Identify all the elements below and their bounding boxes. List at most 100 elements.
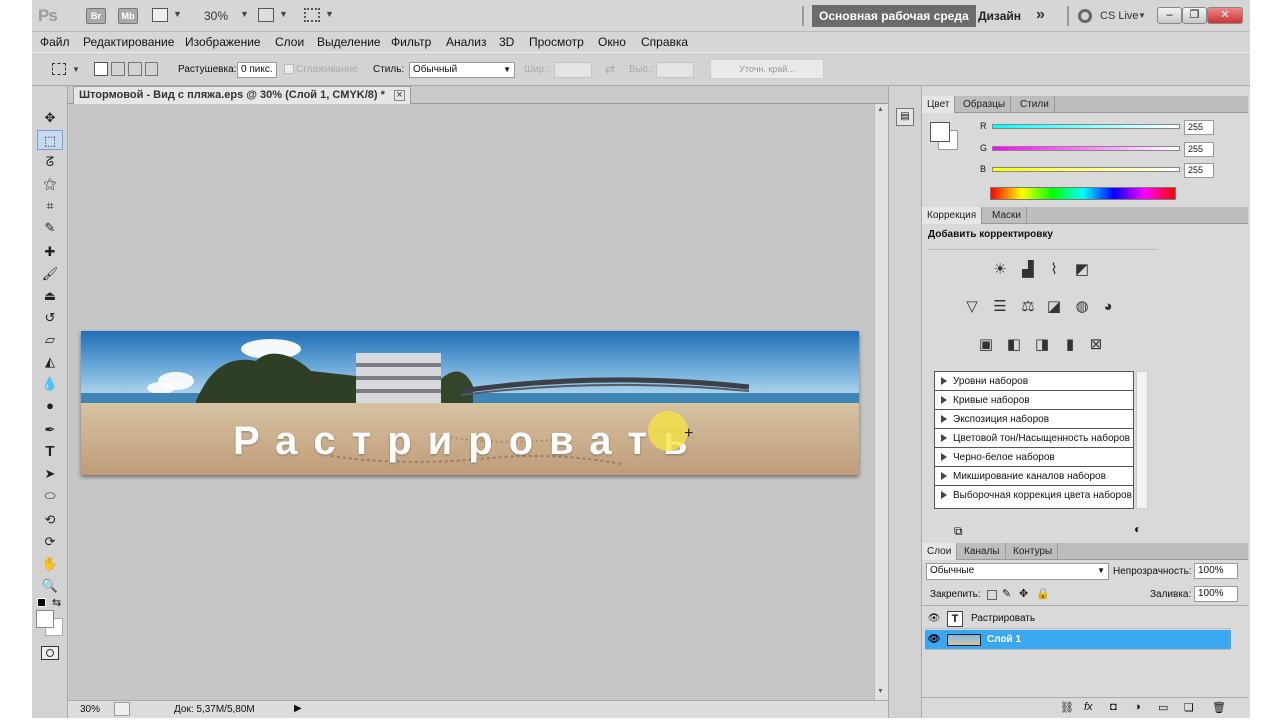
black-white-icon[interactable]: ◪ [1044,297,1064,317]
chevron-down-icon[interactable]: ▼ [279,9,288,19]
status-info-icon[interactable] [114,702,130,716]
layer-row-text[interactable]: 👁 T Растрировать [925,609,1231,629]
tab-masks[interactable]: Маски [987,207,1027,224]
default-colors-icon[interactable] [37,598,46,607]
marquee-tool-icon[interactable]: ⬚ [37,130,63,150]
opacity-input[interactable]: 100% [1194,563,1238,579]
menu-analysis[interactable]: Анализ [446,35,487,49]
tab-channels[interactable]: Каналы [959,543,1006,560]
3d-orbit-tool-icon[interactable]: ⟳ [37,532,63,552]
width-input[interactable] [554,62,592,78]
chevron-down-icon[interactable]: ▼ [325,9,334,19]
eye-icon[interactable]: 👁 [927,633,941,647]
invert-icon[interactable]: ▣ [976,335,996,355]
eraser-tool-icon[interactable]: ▱ [37,330,63,350]
r-slider[interactable] [992,124,1180,129]
presets-scrollbar[interactable] [1136,371,1148,509]
status-menu-arrow-icon[interactable]: ▶ [294,703,302,714]
3d-rotate-tool-icon[interactable]: ⟲ [37,510,63,530]
list-item[interactable]: Микширование каналов наборов [935,467,1133,486]
tab-paths[interactable]: Контуры [1008,543,1059,560]
chevron-down-icon[interactable]: ▼ [72,65,80,74]
b-value[interactable]: 255 [1184,163,1214,178]
history-brush-tool-icon[interactable]: ↺ [37,308,63,328]
zoom-tool-icon[interactable]: 🔍 [37,576,63,596]
minibridge-button[interactable]: Mb [118,8,138,24]
fill-input[interactable]: 100% [1194,586,1238,602]
gradient-map-icon[interactable]: ▮ [1060,335,1080,355]
color-foreground-swatch[interactable] [930,122,950,142]
list-item[interactable]: Экспозиция наборов [935,410,1133,429]
workspace-essentials-button[interactable]: Основная рабочая среда [812,5,976,27]
vibrance-icon[interactable]: ▽ [962,297,982,317]
ellipse-tool-icon[interactable]: ⬭ [37,486,63,506]
blur-tool-icon[interactable]: 💧 [37,374,63,394]
return-to-list-icon[interactable]: ⧉ [954,524,963,539]
refine-edge-button[interactable]: Уточн. край... [710,59,824,79]
swap-colors-icon[interactable]: ⇆ [52,596,61,609]
tab-swatches[interactable]: Образцы [958,96,1012,113]
clip-to-layer-icon[interactable]: ◐ [1134,522,1141,536]
b-slider[interactable] [992,167,1180,172]
hue-saturation-icon[interactable]: ☰ [990,297,1010,317]
arrange-documents-icon[interactable] [258,8,274,22]
scroll-up-icon[interactable]: ▲ [877,106,884,113]
tab-layers[interactable]: Слои [922,543,958,560]
cslive-icon[interactable] [1078,9,1092,23]
channel-mixer-icon[interactable]: ◕ [1098,297,1118,317]
menu-3d[interactable]: 3D [499,35,514,49]
threshold-icon[interactable]: ◨ [1032,335,1052,355]
photo-filter-icon[interactable]: ◍ [1072,297,1092,317]
quick-mask-icon[interactable] [41,646,59,660]
close-tab-icon[interactable]: × [393,90,405,101]
link-layers-icon[interactable]: ⛓ [1060,701,1074,714]
dodge-tool-icon[interactable]: ● [37,396,63,416]
layer-row-selected[interactable]: 👁 Слой 1 [925,630,1231,650]
menu-help[interactable]: Справка [641,35,688,49]
maximize-button[interactable]: ❐ [1182,7,1207,24]
path-selection-tool-icon[interactable]: ➤ [37,464,63,484]
g-value[interactable]: 255 [1184,142,1214,157]
bridge-button[interactable]: Br [86,8,106,24]
add-selection-icon[interactable] [111,62,125,76]
hand-tool-icon[interactable]: ✋ [37,554,63,574]
list-item[interactable]: Уровни наборов [935,372,1133,391]
tab-adjustments[interactable]: Коррекция [922,207,983,224]
layer-mask-icon[interactable]: ◘ [1110,701,1117,713]
workspace-design-button[interactable]: Дизайн [978,9,1021,23]
list-item[interactable]: Выборочная коррекция цвета наборов [935,486,1133,505]
eyedropper-tool-icon[interactable]: ✎ [37,218,63,238]
feather-input[interactable]: 0 пикс. [237,62,277,78]
lasso-tool-icon[interactable]: ᘔ [37,152,63,172]
paint-bucket-tool-icon[interactable]: ◭ [37,352,63,372]
menu-edit[interactable]: Редактирование [83,35,174,49]
menu-select[interactable]: Выделение [317,35,381,49]
cslive-button[interactable]: CS Live [1100,10,1139,22]
screen-mode-icon[interactable] [304,8,320,22]
chevron-down-icon[interactable]: ▼ [173,9,182,19]
marquee-preset-icon[interactable] [52,63,66,75]
g-slider[interactable] [992,146,1180,151]
zoom-level[interactable]: 30% [204,9,228,23]
delete-layer-icon[interactable]: 🗑 [1212,701,1226,714]
layer-style-icon[interactable]: fx [1084,701,1093,713]
document-tab[interactable]: Штормовой - Вид с пляжа.eps @ 30% (Слой … [73,86,411,104]
menu-filter[interactable]: Фильтр [391,35,431,49]
blend-mode-select[interactable]: Обычные ▼ [926,563,1109,580]
menu-image[interactable]: Изображение [185,35,261,49]
menu-window[interactable]: Окно [598,35,626,49]
list-item[interactable]: Кривые наборов [935,391,1133,410]
list-item[interactable]: Цветовой тон/Насыщенность наборов [935,429,1133,448]
brush-tool-icon[interactable]: 🖌 [37,264,63,284]
intersect-selection-icon[interactable] [145,62,158,76]
brightness-icon[interactable]: ☀ [990,260,1010,280]
style-select[interactable]: Обычный ▼ [409,62,515,78]
lock-all-icon[interactable]: 🔒 [1036,587,1050,600]
lock-transparency-icon[interactable] [987,590,997,600]
more-workspaces-icon[interactable]: » [1036,6,1045,24]
tab-color[interactable]: Цвет [922,96,956,113]
clone-stamp-tool-icon[interactable]: ⏏ [37,286,63,306]
pen-tool-icon[interactable]: ✒ [37,420,63,440]
chevron-down-icon[interactable]: ▼ [240,9,249,19]
chevron-down-icon[interactable]: ▼ [1138,11,1146,20]
